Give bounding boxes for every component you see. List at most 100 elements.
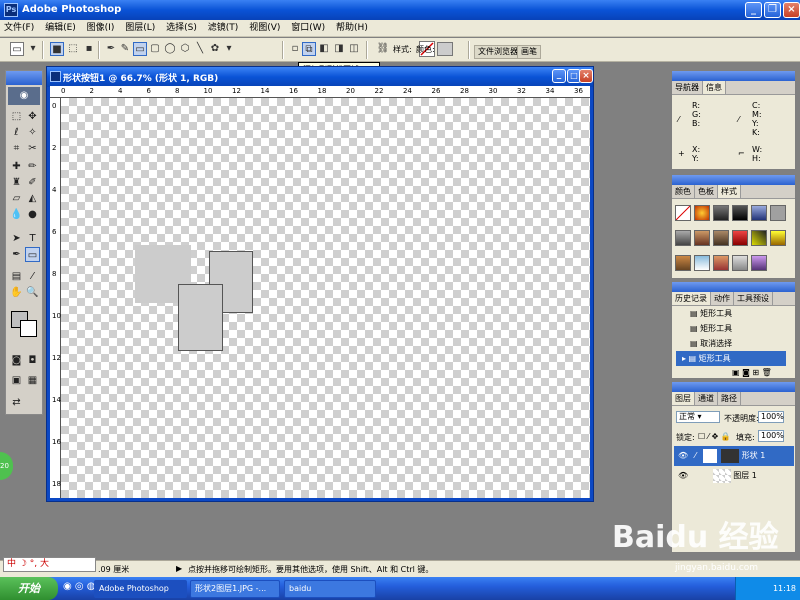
add-to-shape-area-icon[interactable]: ⧉ [302,42,316,56]
intersect-shape-areas-icon[interactable]: ◨ [332,42,346,56]
quick-launch-icons[interactable]: ◉ ◎ ◍ [63,581,96,592]
eye-icon[interactable]: 👁 [678,451,688,460]
standard-mode-icon[interactable]: ◙ [9,353,24,368]
rectangle-tool-icon[interactable]: ▭ [133,42,147,56]
slice-icon[interactable]: ✂ [25,141,40,156]
style-swatch[interactable] [770,230,786,246]
menu-edit[interactable]: 编辑(E) [41,20,80,36]
subtract-from-shape-area-icon[interactable]: ◧ [317,42,331,56]
style-swatch[interactable] [751,205,767,221]
tab-actions[interactable]: 动作 [711,292,734,305]
blur-icon[interactable]: 💧 [9,207,24,222]
magic-wand-icon[interactable]: ✧ [25,125,40,140]
quick-mask-icon[interactable]: ◘ [25,353,40,368]
tab-history[interactable]: 历史记录 [672,292,711,305]
side-badge[interactable]: 20 [0,452,13,480]
tab-file-browser[interactable]: 文件浏览器 [474,45,522,59]
shape-layers-icon[interactable]: ■ [50,42,64,56]
full-screen-icon[interactable]: ▦ [25,373,40,388]
eraser-icon[interactable]: ▱ [9,191,24,206]
menu-file[interactable]: 文件(F) [0,20,38,36]
palette-title-bar[interactable] [672,71,795,81]
canvas[interactable] [61,98,590,498]
layer-row-selected[interactable]: 👁 ⁄ 形状 1 [674,446,794,466]
tab-paths[interactable]: 路径 [718,392,741,405]
fill-input[interactable]: 100% [758,430,784,442]
shape-rectangle[interactable] [178,284,223,351]
paint-bucket-icon[interactable]: ◭ [25,191,40,206]
style-none[interactable] [675,205,691,221]
history-item-selected[interactable]: ▸ ▤ 矩形工具 [676,351,786,366]
dodge-icon[interactable]: ● [25,207,40,222]
custom-shape-icon[interactable]: ✿ [208,42,222,56]
close-button[interactable]: × [783,2,800,18]
style-swatch[interactable] [732,230,748,246]
healing-brush-icon[interactable]: ✚ [9,159,24,174]
tool-preset-icon[interactable]: ▭ [10,42,24,56]
background-color-swatch[interactable] [20,320,37,337]
menu-filter[interactable]: 滤镜(T) [204,20,243,36]
taskbar-item-folder[interactable]: baidu [284,580,376,598]
style-swatch[interactable] [713,255,729,271]
style-swatch[interactable] [694,205,710,221]
move-icon[interactable]: ✥ [25,109,40,124]
menu-view[interactable]: 视图(V) [245,20,284,36]
restore-button[interactable]: ❐ [764,2,781,18]
history-buttons[interactable]: ▣ ◙ ⊞ 🗑 [732,368,772,377]
rounded-rectangle-icon[interactable]: ▢ [148,42,162,56]
rectangle-tool-icon[interactable]: ▭ [25,247,40,262]
clock[interactable]: 11:18 [773,584,796,593]
zoom-icon[interactable]: 🔍 [25,285,40,300]
path-selection-icon[interactable]: ➤ [9,231,24,246]
create-new-shape-layer-icon[interactable]: ▫ [288,42,302,56]
ellipse-icon[interactable]: ◯ [163,42,177,56]
palette-title-bar[interactable] [672,382,795,392]
exclude-overlapping-icon[interactable]: ◫ [347,42,361,56]
doc-minimize-button[interactable]: _ [552,69,566,83]
style-swatch[interactable] [732,205,748,221]
lasso-icon[interactable]: ℓ [9,125,24,140]
style-swatch[interactable] [751,230,767,246]
tab-channels[interactable]: 通道 [695,392,718,405]
minimize-button[interactable]: _ [745,2,762,18]
fill-pixels-icon[interactable]: ▪ [82,42,96,56]
history-brush-icon[interactable]: ✐ [25,175,40,190]
pen-icon[interactable]: ✒ [104,42,118,56]
style-swatch[interactable] [770,205,786,221]
crop-icon[interactable]: ⌗ [9,141,24,156]
link-layer-style-icon[interactable]: ⛓ [376,42,390,56]
blend-mode-select[interactable]: 正常 ▾ [676,411,720,423]
freeform-pen-icon[interactable]: ✎ [118,42,132,56]
history-item[interactable]: ▤ 矩形工具 [676,321,786,336]
ime-toolbar[interactable]: 中 ☽ °, 大 [3,557,96,572]
pen-icon[interactable]: ✒ [9,247,24,262]
chevron-down-icon[interactable]: ▾ [26,42,40,56]
document-title-bar[interactable]: 形状按钮1 @ 66.7% (形状 1, RGB) _ □ × [47,67,593,87]
opacity-input[interactable]: 100% [758,411,784,423]
style-swatch[interactable] [694,255,710,271]
start-button[interactable]: 开始 [0,577,58,600]
style-swatch[interactable] [713,230,729,246]
tab-color[interactable]: 颜色 [672,185,695,198]
tab-layers[interactable]: 图层 [672,392,695,405]
tab-tool-presets[interactable]: 工具预设 [734,292,773,305]
style-swatch[interactable] [694,230,710,246]
taskbar-item-photoshop[interactable]: Adobe Photoshop [94,580,187,598]
line-icon[interactable]: ╲ [193,42,207,56]
doc-close-button[interactable]: × [579,69,593,83]
menu-help[interactable]: 帮助(H) [332,20,372,36]
lock-icons[interactable]: ☐ ⁄ ✥ 🔒 [698,432,731,441]
history-item[interactable]: ▤ 矩形工具 [676,306,786,321]
brush-icon[interactable]: ✏ [25,159,40,174]
marquee-icon[interactable]: ⬚ [9,109,24,124]
type-icon[interactable]: T [25,231,40,246]
color-swatch[interactable] [437,42,453,56]
polygon-icon[interactable]: ⬡ [178,42,192,56]
style-swatch[interactable] [675,230,691,246]
style-swatch[interactable] [732,255,748,271]
tab-navigator[interactable]: 导航器 [672,81,703,94]
history-item[interactable]: ▤ 取消选择 [676,336,786,351]
style-swatch[interactable] [675,255,691,271]
palette-title-bar[interactable] [672,175,795,185]
tab-styles[interactable]: 样式 [718,185,741,198]
